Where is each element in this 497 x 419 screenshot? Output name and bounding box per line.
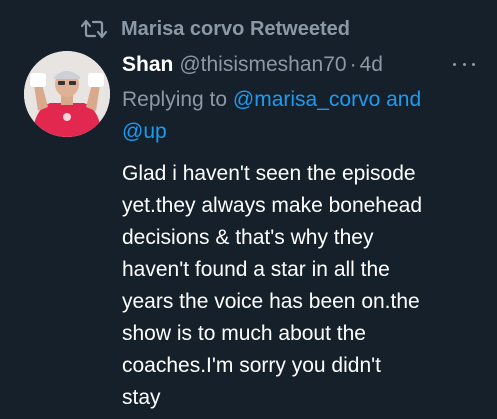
timestamp[interactable]: 4d	[360, 53, 383, 77]
tweet-card[interactable]: Marisa corvo Retweeted Shan @thisismesha…	[0, 0, 497, 419]
replying-to-prefix: Replying to	[122, 88, 233, 111]
mention-link[interactable]: @marisa_corvo	[233, 88, 380, 111]
tweet-text-line: haven't found a star in all the	[122, 258, 390, 281]
more-options-icon[interactable]	[453, 54, 475, 74]
tweet-text: Glad i haven't seen the episode yet.they…	[122, 158, 472, 414]
separator-dot: ·	[349, 53, 357, 76]
tweet-text-line: Glad i haven't seen the episode	[122, 162, 416, 185]
tweet-text-line: coaches.I'm sorry you didn't	[122, 354, 381, 377]
replying-to: Replying to @marisa_corvo and @up	[122, 84, 462, 148]
tweet-text-line: years the voice has been on.the	[122, 290, 420, 313]
retweet-context: Marisa corvo Retweeted	[81, 16, 350, 42]
tweet-text-line: show is to much about the	[122, 322, 366, 345]
user-handle[interactable]: @thisismeshan70	[179, 53, 346, 77]
retweet-label[interactable]: Marisa corvo Retweeted	[121, 18, 350, 41]
tweet-text-line: decisions & that's why they	[122, 226, 374, 249]
mention-link[interactable]: @up	[122, 120, 167, 143]
mention-joiner: and	[380, 88, 422, 111]
tweet-text-line: yet.they always make bonehead	[122, 194, 423, 217]
tweet-text-line: stay	[122, 386, 161, 409]
display-name[interactable]: Shan	[122, 53, 173, 77]
avatar[interactable]	[24, 51, 110, 137]
retweet-icon	[81, 19, 107, 39]
tweet-header: Shan @thisismeshan70 · 4d	[122, 51, 477, 79]
